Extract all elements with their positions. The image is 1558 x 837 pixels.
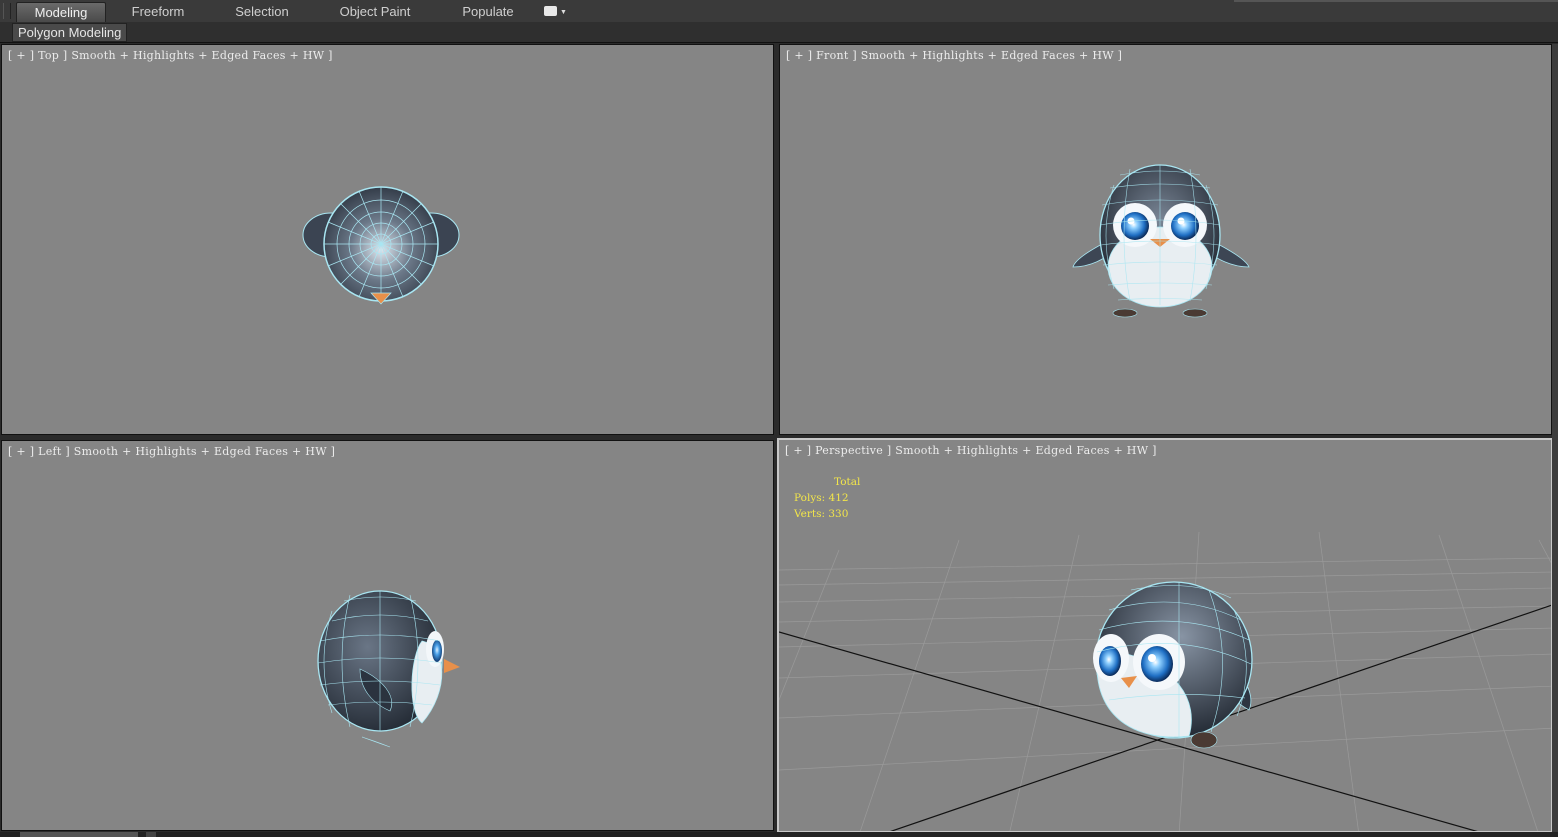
penguin-front-view	[1072, 164, 1250, 318]
penguin-left-view	[317, 590, 460, 748]
tab-populate[interactable]: Populate	[446, 2, 530, 21]
chevron-down-icon: ▼	[560, 9, 567, 16]
tab-selection[interactable]: Selection	[220, 2, 304, 21]
ribbon-grip[interactable]	[3, 3, 11, 19]
tab-modeling[interactable]: Modeling	[16, 2, 106, 22]
ribbon-divider	[1234, 0, 1558, 2]
bottom-strip	[0, 832, 1558, 837]
ribbon-bar: Modeling Freeform Selection Object Paint…	[0, 0, 1558, 23]
viewport-right-scrollbar[interactable]	[1552, 44, 1558, 832]
penguin-top-view	[302, 186, 460, 305]
penguin-perspective	[1093, 581, 1253, 749]
viewport-left[interactable]: [ + ] Left ] Smooth + Highlights + Edged…	[1, 440, 774, 831]
viewport-perspective[interactable]: [ + ] Perspective ] Smooth + Highlights …	[777, 438, 1553, 833]
viewport-front[interactable]: [ + ] Front ] Smooth + Highlights + Edge…	[779, 44, 1552, 435]
tab-object-paint[interactable]: Object Paint	[326, 2, 424, 21]
viewport-top[interactable]: [ + ] Top ] Smooth + Highlights + Edged …	[1, 44, 774, 435]
ribbon-options-dropdown[interactable]: ▼	[544, 6, 567, 17]
bottom-strip-segment	[146, 832, 156, 837]
tab-freeform[interactable]: Freeform	[116, 2, 200, 21]
bottom-strip-segment	[20, 832, 138, 837]
polygon-modeling-panel-button[interactable]: Polygon Modeling	[12, 23, 128, 42]
ribbon-options-icon	[544, 6, 557, 16]
ribbon-panel-bar: Polygon Modeling	[0, 22, 1558, 43]
perspective-scene	[779, 531, 1551, 831]
